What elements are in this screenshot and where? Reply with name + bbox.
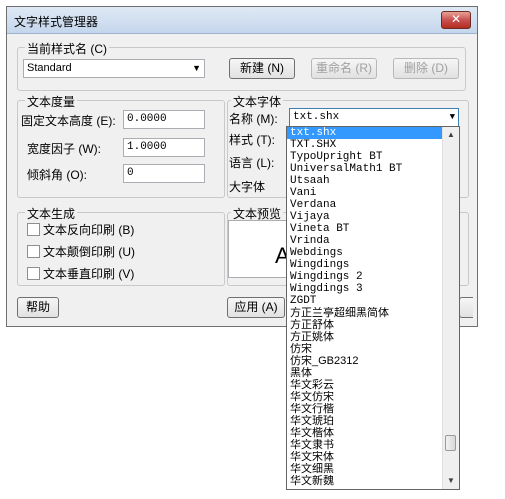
font-list-item[interactable]: Vani bbox=[287, 187, 443, 199]
font-list-item[interactable]: 华文行楷 bbox=[287, 403, 443, 415]
vertical-checkbox[interactable]: 文本垂直印刷 (V) bbox=[27, 265, 134, 282]
font-list-item[interactable]: 黑体 bbox=[287, 367, 443, 379]
help-button[interactable]: 帮助 bbox=[17, 297, 59, 318]
big-font-label: 大字体 bbox=[229, 180, 266, 194]
partial-button[interactable] bbox=[459, 297, 473, 318]
font-list-item[interactable]: Wingdings bbox=[287, 259, 443, 271]
font-list-item[interactable]: Utsaah bbox=[287, 175, 443, 187]
text-generation-label: 文本生成 bbox=[25, 205, 78, 222]
font-list-item[interactable]: Vijaya bbox=[287, 211, 443, 223]
font-list-item[interactable]: Vrinda bbox=[287, 235, 443, 247]
font-list-item[interactable]: Wingdings 2 bbox=[287, 271, 443, 283]
font-list-item[interactable]: TypoUpright BT bbox=[287, 151, 443, 163]
backward-checkbox[interactable]: 文本反向印刷 (B) bbox=[27, 221, 134, 238]
font-list-item[interactable]: txt.shx bbox=[287, 127, 443, 139]
close-button[interactable]: ✕ bbox=[441, 11, 471, 29]
font-list-item[interactable]: 华文彩云 bbox=[287, 379, 443, 391]
font-list-item[interactable]: 仿宋_GB2312 bbox=[287, 355, 443, 367]
font-list-item[interactable]: 方正兰亭超细黑简体 bbox=[287, 307, 443, 319]
window-title: 文字样式管理器 bbox=[14, 15, 99, 29]
close-icon: ✕ bbox=[450, 12, 462, 26]
font-name-select[interactable]: txt.shx ▼ bbox=[289, 108, 459, 127]
font-list-item[interactable]: 华文隶书 bbox=[287, 439, 443, 451]
upside-down-checkbox[interactable]: 文本颠倒印刷 (U) bbox=[27, 243, 135, 260]
upside-down-label: 文本颠倒印刷 (U) bbox=[43, 245, 135, 259]
font-list-item[interactable]: 华文细黑 bbox=[287, 463, 443, 475]
apply-button[interactable]: 应用 (A) bbox=[227, 297, 285, 318]
oblique-angle-label: 倾斜角 (O): bbox=[27, 168, 87, 182]
font-name-value: txt.shx bbox=[293, 111, 340, 123]
title-bar: 文字样式管理器 ✕ bbox=[7, 7, 477, 34]
delete-style-button[interactable]: 删除 (D) bbox=[393, 58, 459, 79]
fixed-height-input[interactable]: 0.0000 bbox=[123, 110, 205, 129]
width-factor-label: 宽度因子 (W): bbox=[27, 142, 101, 156]
font-list-scrollbar[interactable]: ▲ ▼ bbox=[442, 127, 459, 489]
checkbox-box[interactable] bbox=[27, 267, 40, 280]
oblique-angle-input[interactable]: 0 bbox=[123, 164, 205, 183]
chevron-down-icon: ▼ bbox=[192, 63, 201, 73]
scroll-up-icon[interactable]: ▲ bbox=[443, 127, 459, 143]
scroll-thumb[interactable] bbox=[445, 435, 456, 451]
font-list-item[interactable]: 方正姚体 bbox=[287, 331, 443, 343]
font-name-label: 名称 (M): bbox=[229, 112, 278, 126]
checkbox-box[interactable] bbox=[27, 223, 40, 236]
font-list-item[interactable]: Wingdings 3 bbox=[287, 283, 443, 295]
font-list-item[interactable]: 华文琥珀 bbox=[287, 415, 443, 427]
font-style-label: 样式 (T): bbox=[229, 133, 275, 147]
chevron-down-icon: ▼ bbox=[449, 112, 455, 122]
current-style-value: Standard bbox=[27, 62, 72, 74]
text-metrics-label: 文本度量 bbox=[25, 93, 78, 110]
font-dropdown-list[interactable]: txt.shx TXT.SHX TypoUpright BT UniversalMat… bbox=[286, 126, 460, 490]
font-list-item[interactable]: 华文宋体 bbox=[287, 451, 443, 463]
font-list-item[interactable]: Verdana bbox=[287, 199, 443, 211]
font-list-item[interactable]: UniversalMath1 BT bbox=[287, 163, 443, 175]
text-font-label: 文本字体 bbox=[231, 93, 284, 110]
font-list-items: txt.shx TXT.SHX TypoUpright BT UniversalMat… bbox=[287, 127, 443, 487]
font-list-item[interactable]: ZGDT bbox=[287, 295, 443, 307]
current-style-label: 当前样式名 (C) bbox=[25, 40, 109, 57]
vertical-label: 文本垂直印刷 (V) bbox=[43, 267, 135, 281]
font-list-item[interactable]: 仿宋 bbox=[287, 343, 443, 355]
current-style-select[interactable]: Standard ▼ bbox=[23, 59, 205, 78]
font-list-item[interactable]: Webdings bbox=[287, 247, 443, 259]
checkbox-box[interactable] bbox=[27, 245, 40, 258]
font-language-label: 语言 (L): bbox=[229, 156, 275, 170]
scroll-down-icon[interactable]: ▼ bbox=[443, 473, 459, 489]
font-list-item[interactable]: Vineta BT bbox=[287, 223, 443, 235]
rename-style-button[interactable]: 重命名 (R) bbox=[311, 58, 377, 79]
font-list-item[interactable]: 华文仿宋 bbox=[287, 391, 443, 403]
font-list-item[interactable]: TXT.SHX bbox=[287, 139, 443, 151]
font-list-item[interactable]: 方正舒体 bbox=[287, 319, 443, 331]
width-factor-input[interactable]: 1.0000 bbox=[123, 138, 205, 157]
fixed-height-label: 固定文本高度 (E): bbox=[21, 114, 116, 128]
backward-label: 文本反向印刷 (B) bbox=[43, 223, 135, 237]
font-list-item[interactable]: 华文新魏 bbox=[287, 475, 443, 487]
font-list-item[interactable]: 华文楷体 bbox=[287, 427, 443, 439]
new-style-button[interactable]: 新建 (N) bbox=[229, 58, 295, 79]
preview-box: A bbox=[228, 220, 292, 278]
